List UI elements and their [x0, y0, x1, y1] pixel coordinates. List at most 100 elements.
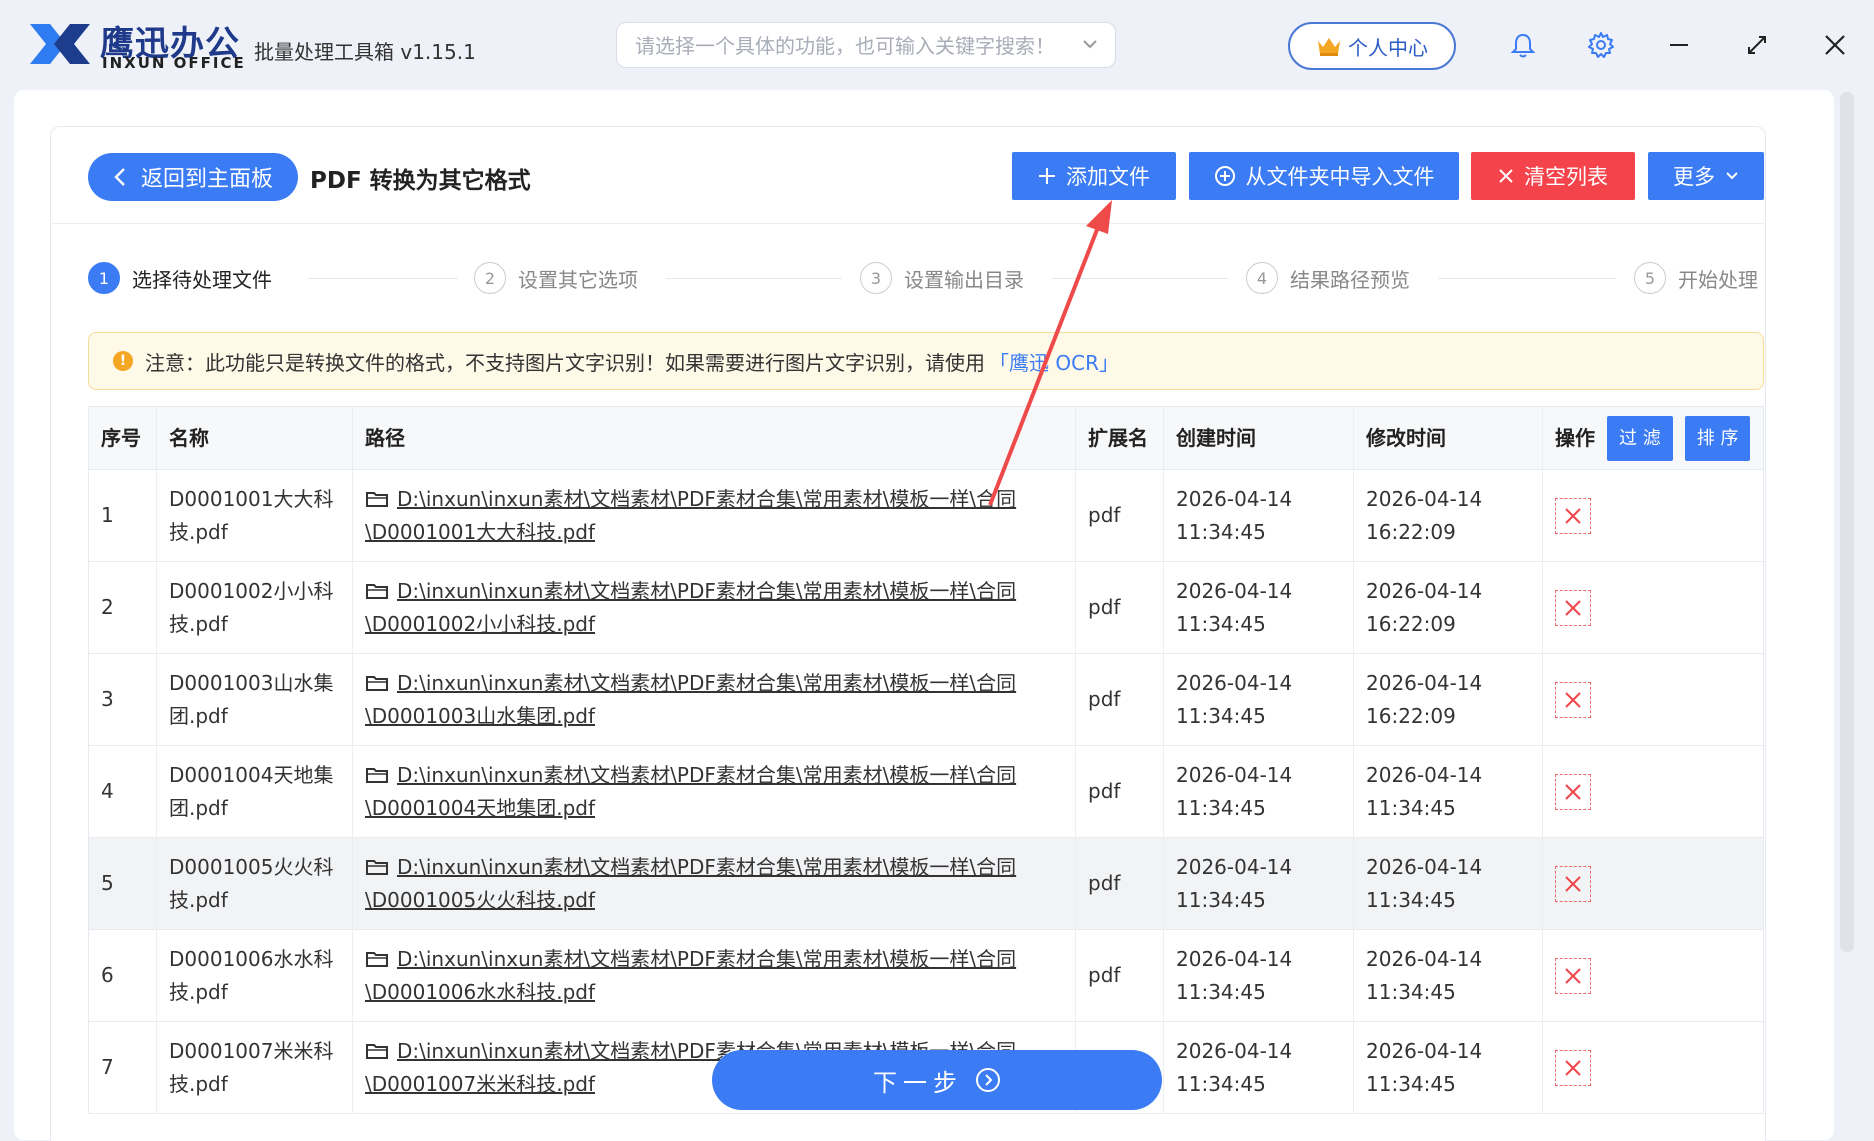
row-created: 2026-04-14 11:34:45 [1164, 838, 1354, 929]
row-modified: 2026-04-14 11:34:45 [1354, 930, 1543, 1021]
header-modified: 修改时间 [1354, 407, 1543, 469]
row-action [1543, 654, 1763, 745]
close-icon [1499, 169, 1513, 183]
close-icon [1565, 875, 1581, 892]
row-modified: 2026-04-14 16:22:09 [1354, 562, 1543, 653]
clear-list-button[interactable]: 清空列表 [1471, 152, 1635, 200]
row-path[interactable]: D:\inxun\inxun素材\文档素材\PDF素材合集\常用素材\模板一样\… [353, 746, 1076, 837]
filter-button[interactable]: 过 滤 [1607, 415, 1673, 461]
back-to-main-button[interactable]: 返回到主面板 [88, 153, 298, 201]
title-bar: 鹰迅办公 INXUN OFFICE 批量处理工具箱 v1.15.1 个人中心 [0, 0, 1874, 90]
user-center-label: 个人中心 [1348, 35, 1428, 60]
header-ext: 扩展名 [1076, 407, 1164, 469]
minimize-icon[interactable] [1664, 30, 1694, 60]
sort-button[interactable]: 排 序 [1684, 415, 1751, 461]
table-row[interactable]: 1 D0001001大大科技.pdf D:\inxun\inxun素材\文档素材\P… [89, 470, 1763, 562]
close-icon [1565, 507, 1581, 524]
chevron-down-icon[interactable] [1081, 35, 1099, 53]
add-file-button[interactable]: 添加文件 [1012, 152, 1176, 200]
import-folder-button[interactable]: 从文件夹中导入文件 [1189, 152, 1459, 200]
bell-icon[interactable] [1508, 30, 1538, 60]
header-action: 操作 过 滤 排 序 [1543, 407, 1763, 469]
folder-icon [366, 859, 388, 875]
row-path[interactable]: D:\inxun\inxun素材\文档素材\PDF素材合集\常用素材\模板一样\… [353, 838, 1076, 929]
next-step-label: 下一步 [873, 1068, 963, 1097]
step-label: 设置输出目录 [904, 267, 1024, 292]
plus-icon [1039, 168, 1055, 184]
close-icon [1565, 783, 1581, 800]
gear-icon[interactable] [1586, 30, 1616, 60]
header-created: 创建时间 [1164, 407, 1354, 469]
row-index: 3 [89, 654, 157, 745]
step-label: 结果路径预览 [1290, 267, 1410, 292]
folder-icon [366, 951, 388, 967]
row-modified: 2026-04-14 11:34:45 [1354, 1022, 1543, 1113]
folder-icon [366, 675, 388, 691]
row-ext: pdf [1076, 654, 1164, 745]
more-button[interactable]: 更多 [1648, 152, 1764, 200]
row-created: 2026-04-14 11:34:45 [1164, 1022, 1354, 1113]
table-row[interactable]: 5 D0001005火火科技.pdf D:\inxun\inxun素材\文档素材\P… [89, 838, 1763, 930]
delete-row-button[interactable] [1555, 1049, 1591, 1086]
user-center-button[interactable]: 个人中心 [1288, 22, 1456, 70]
step-label: 开始处理 [1678, 267, 1758, 292]
path-link[interactable]: D:\inxun\inxun素材\文档素材\PDF素材合集\常用素材\模板一样\… [365, 947, 1016, 1004]
step-label: 设置其它选项 [518, 267, 638, 292]
maximize-icon[interactable] [1742, 30, 1772, 60]
row-modified: 2026-04-14 11:34:45 [1354, 838, 1543, 929]
header-index: 序号 [89, 407, 157, 469]
path-link[interactable]: D:\inxun\inxun素材\文档素材\PDF素材合集\常用素材\模板一样\… [365, 671, 1016, 728]
row-created: 2026-04-14 11:34:45 [1164, 746, 1354, 837]
path-link[interactable]: D:\inxun\inxun素材\文档素材\PDF素材合集\常用素材\模板一样\… [365, 855, 1016, 912]
search-input[interactable] [633, 31, 1057, 61]
row-action [1543, 1022, 1763, 1113]
table-row[interactable]: 4 D0001004天地集团.pdf D:\inxun\inxun素材\文档素材\P… [89, 746, 1763, 838]
delete-row-button[interactable] [1555, 865, 1591, 902]
row-action [1543, 470, 1763, 561]
row-modified: 2026-04-14 16:22:09 [1354, 470, 1543, 561]
table-row[interactable]: 2 D0001002小小科技.pdf D:\inxun\inxun素材\文档素材\P… [89, 562, 1763, 654]
step-connector [1438, 278, 1616, 279]
row-name: D0001004天地集团.pdf [157, 746, 353, 837]
row-name: D0001001大大科技.pdf [157, 470, 353, 561]
row-modified: 2026-04-14 16:22:09 [1354, 654, 1543, 745]
add-file-label: 添加文件 [1066, 165, 1150, 189]
delete-row-button[interactable] [1555, 957, 1591, 994]
next-step-button[interactable]: 下一步 [712, 1050, 1162, 1110]
table-row[interactable]: 3 D0001003山水集团.pdf D:\inxun\inxun素材\文档素材\P… [89, 654, 1763, 746]
step-3: 3 设置输出目录 [860, 262, 1024, 294]
path-link[interactable]: D:\inxun\inxun素材\文档素材\PDF素材合集\常用素材\模板一样\… [365, 487, 1016, 544]
back-label: 返回到主面板 [140, 167, 273, 192]
path-link[interactable]: D:\inxun\inxun素材\文档素材\PDF素材合集\常用素材\模板一样\… [365, 763, 1016, 820]
row-path[interactable]: D:\inxun\inxun素材\文档素材\PDF素材合集\常用素材\模板一样\… [353, 930, 1076, 1021]
delete-row-button[interactable] [1555, 497, 1591, 534]
step-number: 4 [1246, 262, 1278, 294]
delete-row-button[interactable] [1555, 681, 1591, 718]
function-search[interactable] [616, 22, 1116, 68]
table-body: 1 D0001001大大科技.pdf D:\inxun\inxun素材\文档素材\P… [89, 470, 1763, 1114]
row-path[interactable]: D:\inxun\inxun素材\文档素材\PDF素材合集\常用素材\模板一样\… [353, 562, 1076, 653]
table-row[interactable]: 6 D0001006水水科技.pdf D:\inxun\inxun素材\文档素材\P… [89, 930, 1763, 1022]
path-link[interactable]: D:\inxun\inxun素材\文档素材\PDF素材合集\常用素材\模板一样\… [365, 579, 1016, 636]
delete-row-button[interactable] [1555, 589, 1591, 626]
step-number: 3 [860, 262, 892, 294]
row-index: 2 [89, 562, 157, 653]
step-2: 2 设置其它选项 [474, 262, 638, 294]
step-number: 1 [88, 262, 120, 294]
warning-icon: ! [113, 351, 133, 371]
delete-row-button[interactable] [1555, 773, 1591, 810]
scrollbar[interactable] [1840, 92, 1854, 952]
row-path[interactable]: D:\inxun\inxun素材\文档素材\PDF素材合集\常用素材\模板一样\… [353, 470, 1076, 561]
row-created: 2026-04-14 11:34:45 [1164, 562, 1354, 653]
row-name: D0001005火火科技.pdf [157, 838, 353, 929]
row-action [1543, 930, 1763, 1021]
folder-icon [366, 491, 388, 507]
ocr-link[interactable]: 「鹰迅 OCR」 [989, 347, 1119, 376]
row-path[interactable]: D:\inxun\inxun素材\文档素材\PDF素材合集\常用素材\模板一样\… [353, 654, 1076, 745]
step-4: 4 结果路径预览 [1246, 262, 1410, 294]
close-icon[interactable] [1820, 30, 1850, 60]
row-index: 7 [89, 1022, 157, 1113]
row-ext: pdf [1076, 562, 1164, 653]
row-ext: pdf [1076, 470, 1164, 561]
row-index: 1 [89, 470, 157, 561]
